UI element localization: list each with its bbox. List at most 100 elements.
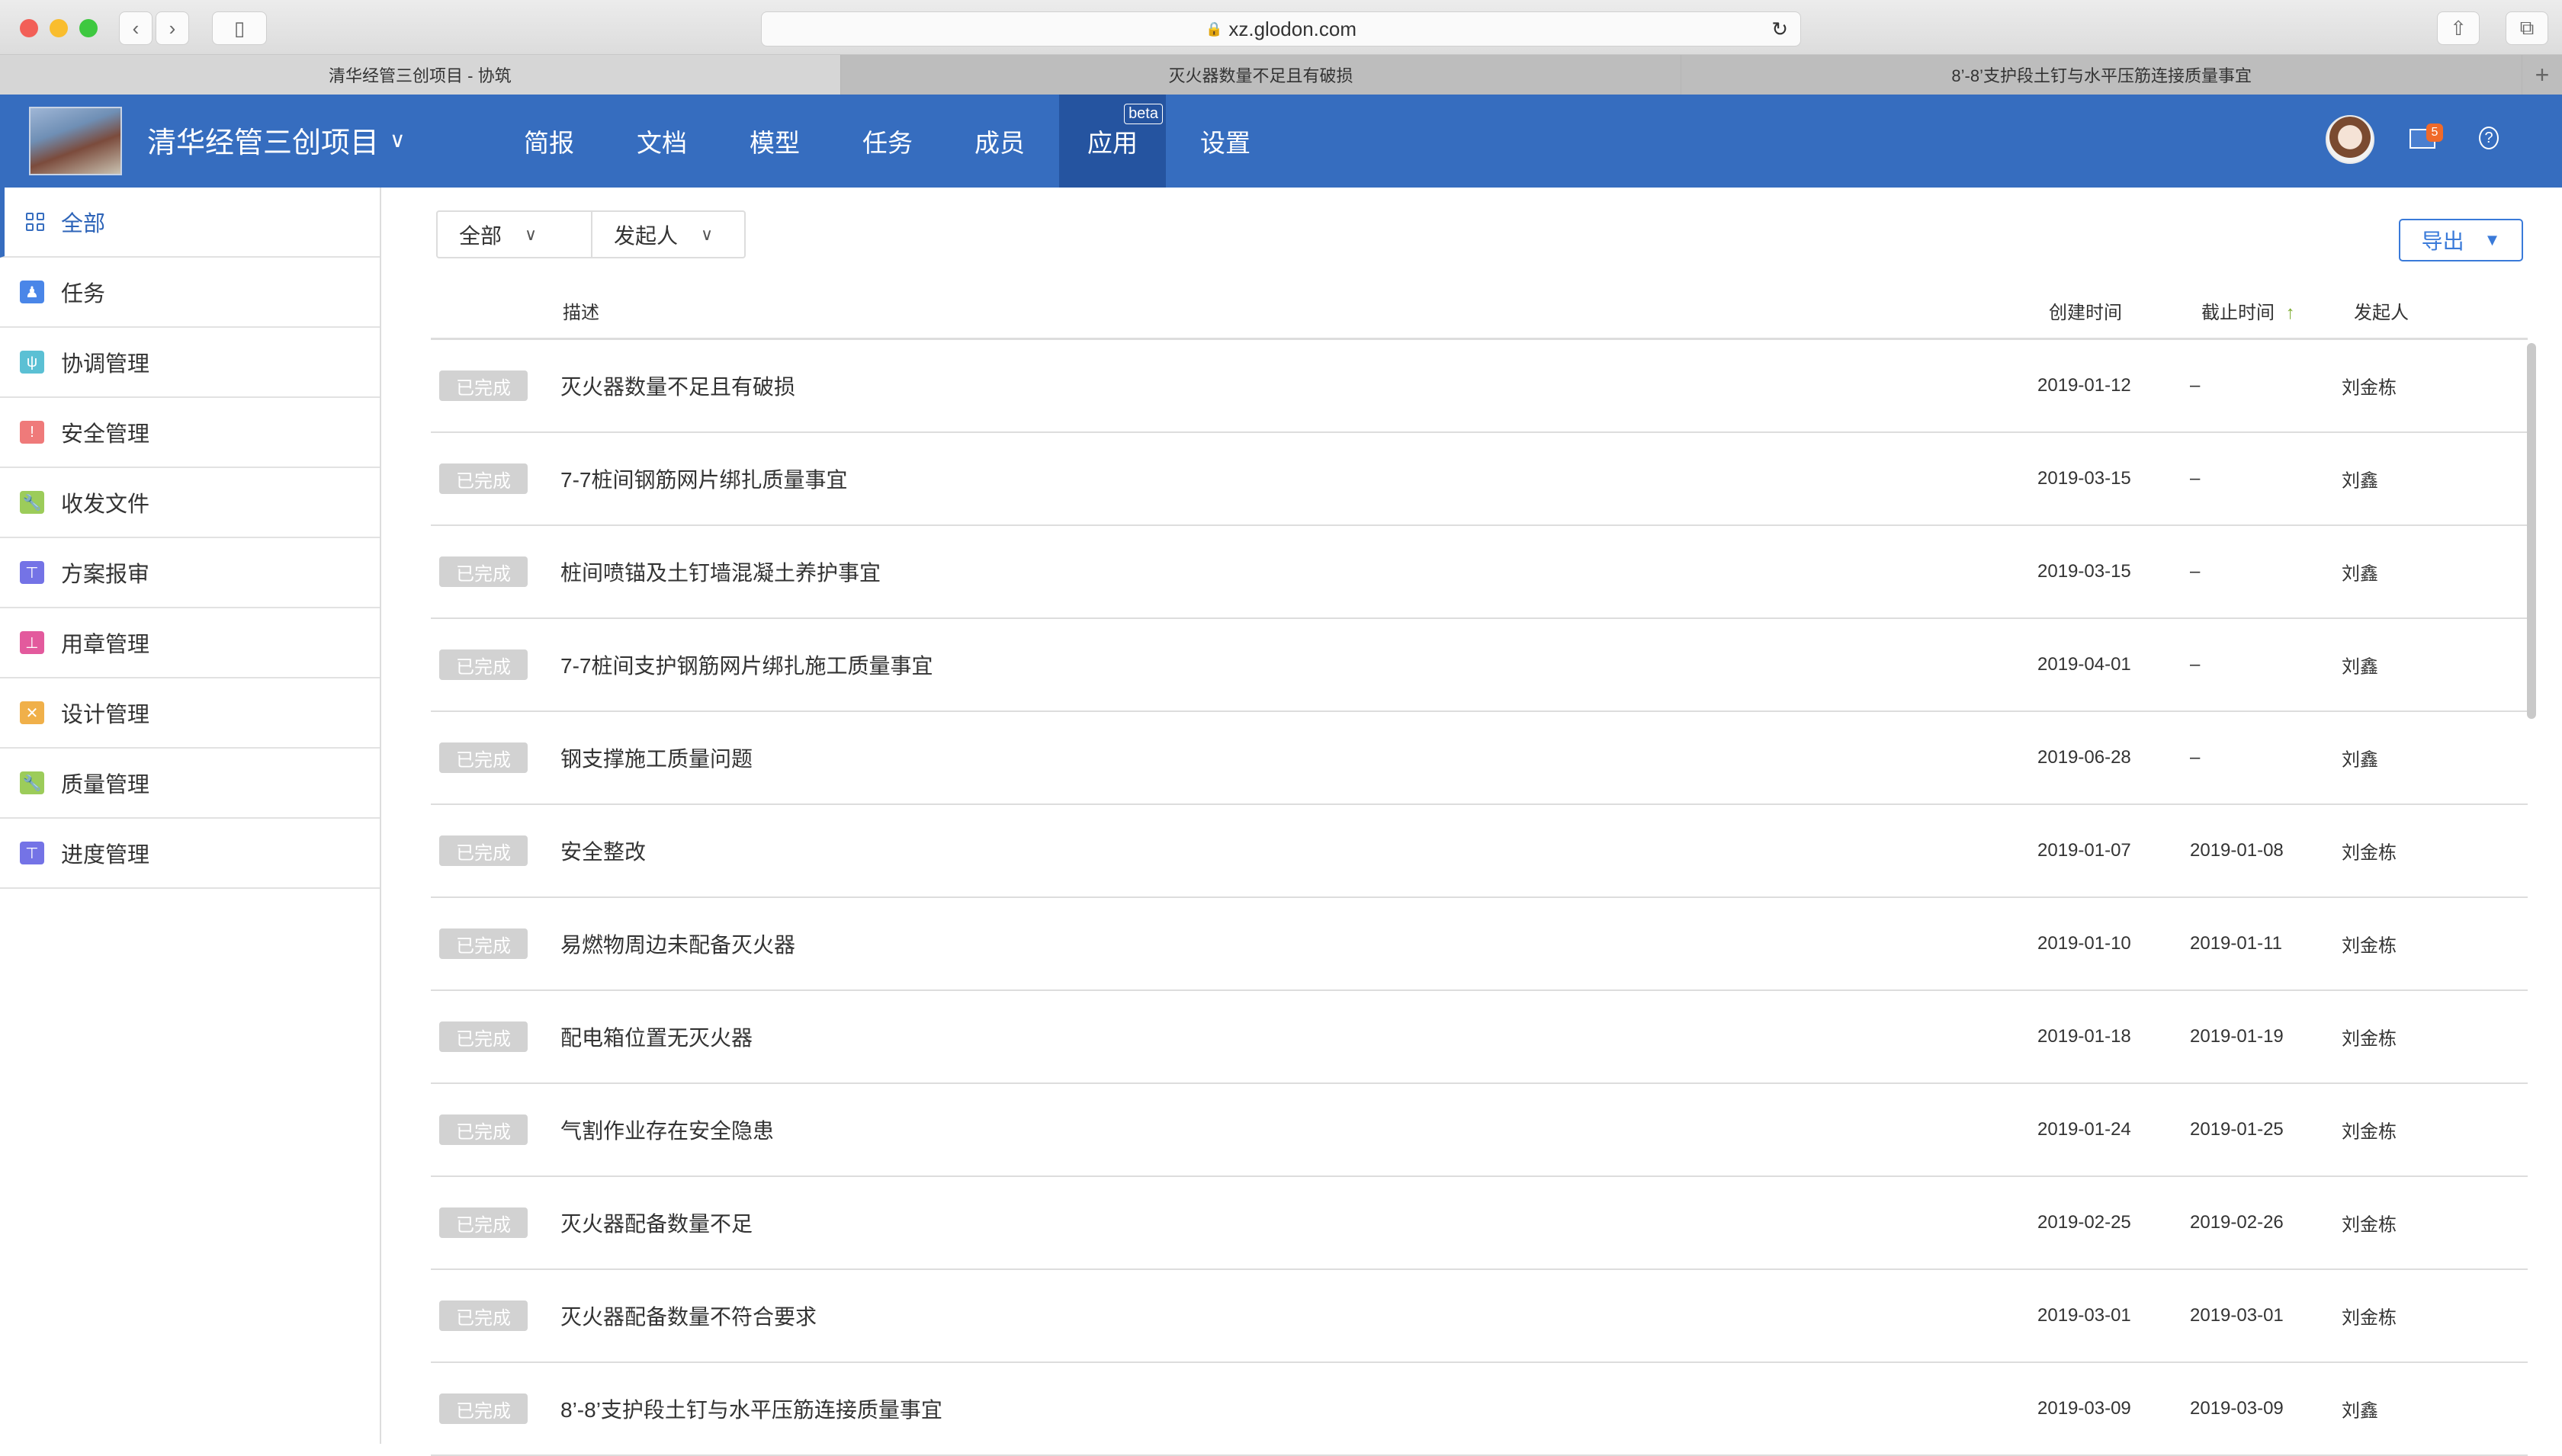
export-button[interactable]: 导出▼ — [2399, 219, 2523, 261]
initiator-name: 刘鑫 — [2342, 559, 2378, 585]
created-date: 2019-01-10 — [2037, 933, 2131, 954]
task-description: 灭火器配备数量不足 — [560, 1207, 753, 1238]
sidebar-item-safety[interactable]: !安全管理 — [0, 398, 380, 468]
table-row[interactable]: 已完成钢支撑施工质量问题2019-06-28–刘鑫 — [431, 712, 2528, 805]
due-date: 2019-01-08 — [2190, 840, 2284, 861]
project-selector[interactable]: 清华经管三创项目∨ — [147, 119, 406, 161]
status-badge: 已完成 — [439, 649, 528, 680]
sidebar-item-label: 安全管理 — [61, 416, 149, 448]
nav-documents[interactable]: 文档 — [608, 95, 715, 188]
table-row[interactable]: 已完成灭火器配备数量不足2019-02-252019-02-26刘金栋 — [431, 1177, 2528, 1270]
due-date: – — [2190, 561, 2200, 582]
share-icon[interactable]: ⇧ — [2437, 11, 2480, 45]
table-row[interactable]: 已完成8’-8’支护段土钉与水平压筋连接质量事宜2019-03-092019-0… — [431, 1363, 2528, 1456]
reload-icon[interactable]: ↻ — [1771, 18, 1788, 41]
sidebar-item-label: 协调管理 — [61, 346, 149, 378]
sidebar-toggle-icon[interactable]: ▯ — [212, 11, 267, 45]
scrollbar[interactable] — [2527, 343, 2536, 719]
browser-tab[interactable]: 灭火器数量不足且有破损 — [841, 55, 1682, 95]
column-header-created[interactable]: 创建时间 — [2049, 297, 2122, 324]
browser-tab[interactable]: 8’-8’支护段土钉与水平压筋连接质量事宜 — [1681, 55, 2522, 95]
column-header-due[interactable]: 截止时间 ↑ — [2201, 297, 2295, 324]
coordination-icon: ψ — [20, 351, 44, 374]
initiator-name: 刘金栋 — [2342, 373, 2397, 399]
sidebar-item-quality[interactable]: 🔧质量管理 — [0, 749, 380, 819]
created-date: 2019-01-24 — [2037, 1119, 2131, 1140]
status-badge: 已完成 — [439, 1207, 528, 1238]
due-date: 2019-01-11 — [2190, 933, 2282, 954]
task-description: 7-7桩间钢筋网片绑扎质量事宜 — [560, 463, 847, 494]
sidebar-item-plan-review[interactable]: ⊤方案报审 — [0, 538, 380, 608]
sidebar-item-label: 全部 — [61, 206, 105, 238]
lock-icon: 🔒 — [1206, 21, 1222, 37]
status-badge: 已完成 — [439, 1021, 528, 1052]
created-date: 2019-03-01 — [2037, 1305, 2131, 1326]
nav-tasks[interactable]: 任务 — [834, 95, 941, 188]
browser-tab[interactable]: 清华经管三创项目 - 协筑 — [0, 55, 841, 95]
due-date: 2019-01-19 — [2190, 1026, 2284, 1047]
due-date: 2019-03-09 — [2190, 1398, 2284, 1419]
task-description: 8’-8’支护段土钉与水平压筋连接质量事宜 — [560, 1393, 942, 1424]
sidebar-item-design[interactable]: ✕设计管理 — [0, 678, 380, 749]
created-date: 2019-04-01 — [2037, 654, 2131, 675]
new-tab-button[interactable]: + — [2522, 55, 2562, 95]
table-row[interactable]: 已完成7-7桩间钢筋网片绑扎质量事宜2019-03-15–刘鑫 — [431, 433, 2528, 526]
status-badge: 已完成 — [439, 1300, 528, 1331]
forward-button[interactable]: › — [156, 11, 189, 45]
due-date: 2019-01-25 — [2190, 1119, 2284, 1140]
sidebar-item-coordination[interactable]: ψ 协调管理 — [0, 328, 380, 398]
status-badge: 已完成 — [439, 370, 528, 401]
minimize-window-button[interactable] — [50, 19, 68, 37]
wrench-icon: 🔧 — [20, 771, 44, 794]
nav-settings[interactable]: 设置 — [1172, 95, 1279, 188]
column-header-initiator[interactable]: 发起人 — [2354, 297, 2409, 324]
created-date: 2019-03-15 — [2037, 468, 2131, 489]
table-row[interactable]: 已完成配电箱位置无灭火器2019-01-182019-01-19刘金栋 — [431, 991, 2528, 1084]
initiator-name: 刘鑫 — [2342, 466, 2378, 492]
table-row[interactable]: 已完成易燃物周边未配备灭火器2019-01-102019-01-11刘金栋 — [431, 898, 2528, 991]
sidebar-item-all[interactable]: 全部 — [0, 188, 380, 258]
back-button[interactable]: ‹ — [119, 11, 152, 45]
sidebar-item-label: 进度管理 — [61, 837, 149, 869]
project-logo — [29, 107, 122, 175]
chevron-down-icon: ∨ — [390, 127, 406, 152]
table-row[interactable]: 已完成灭火器数量不足且有破损2019-01-12–刘金栋 — [431, 340, 2528, 433]
address-bar[interactable]: 🔒xz.glodon.com↻ — [761, 11, 1801, 47]
table-row[interactable]: 已完成灭火器配备数量不符合要求2019-03-012019-03-01刘金栋 — [431, 1270, 2528, 1363]
grid-icon — [26, 213, 44, 231]
nav-model[interactable]: 模型 — [721, 95, 828, 188]
created-date: 2019-03-15 — [2037, 561, 2131, 582]
initiator-filter-value: 发起人 — [614, 220, 678, 250]
type-filter-dropdown[interactable]: 全部∨ — [438, 212, 591, 257]
table-row[interactable]: 已完成气割作业存在安全隐患2019-01-242019-01-25刘金栋 — [431, 1084, 2528, 1177]
help-icon[interactable]: ? — [2479, 127, 2499, 149]
initiator-name: 刘金栋 — [2342, 838, 2397, 864]
table-row[interactable]: 已完成安全整改2019-01-072019-01-08刘金栋 — [431, 805, 2528, 898]
status-badge: 已完成 — [439, 928, 528, 959]
status-badge: 已完成 — [439, 556, 528, 587]
sidebar-item-seal[interactable]: ⊥用章管理 — [0, 608, 380, 678]
table-row[interactable]: 已完成桩间喷锚及土钉墙混凝土养护事宜2019-03-15–刘鑫 — [431, 526, 2528, 619]
sidebar-item-schedule[interactable]: ⊤进度管理 — [0, 819, 380, 889]
nav-apps[interactable]: 应用beta — [1059, 95, 1166, 188]
filter-bar: 全部∨ 发起人 ∨ — [436, 210, 746, 258]
task-description: 配电箱位置无灭火器 — [560, 1021, 753, 1052]
chevron-down-icon: ∨ — [701, 225, 713, 245]
nav-members[interactable]: 成员 — [946, 95, 1053, 188]
sidebar-item-files[interactable]: 🔧收发文件 — [0, 468, 380, 538]
created-date: 2019-02-25 — [2037, 1212, 2131, 1233]
sort-ascending-icon: ↑ — [2286, 303, 2295, 323]
table-row[interactable]: 已完成7-7桩间支护钢筋网片绑扎施工质量事宜2019-04-01–刘鑫 — [431, 619, 2528, 712]
tabs-overview-icon[interactable]: ⧉ — [2506, 11, 2548, 45]
zoom-window-button[interactable] — [79, 19, 98, 37]
crane-icon: ⊤ — [20, 561, 44, 584]
initiator-name: 刘金栋 — [2342, 1117, 2397, 1143]
status-badge: 已完成 — [439, 1393, 528, 1424]
sidebar-item-tasks[interactable]: ♟任务 — [0, 258, 380, 328]
close-window-button[interactable] — [20, 19, 38, 37]
nav-briefing[interactable]: 简报 — [496, 95, 602, 188]
initiator-filter-dropdown[interactable]: 发起人 ∨ — [591, 212, 744, 257]
avatar[interactable] — [2326, 115, 2374, 164]
column-header-desc[interactable]: 描述 — [563, 297, 599, 324]
browser-toolbar: ‹ › ▯ 🔒xz.glodon.com↻ ⇧ ⧉ — [0, 0, 2562, 55]
